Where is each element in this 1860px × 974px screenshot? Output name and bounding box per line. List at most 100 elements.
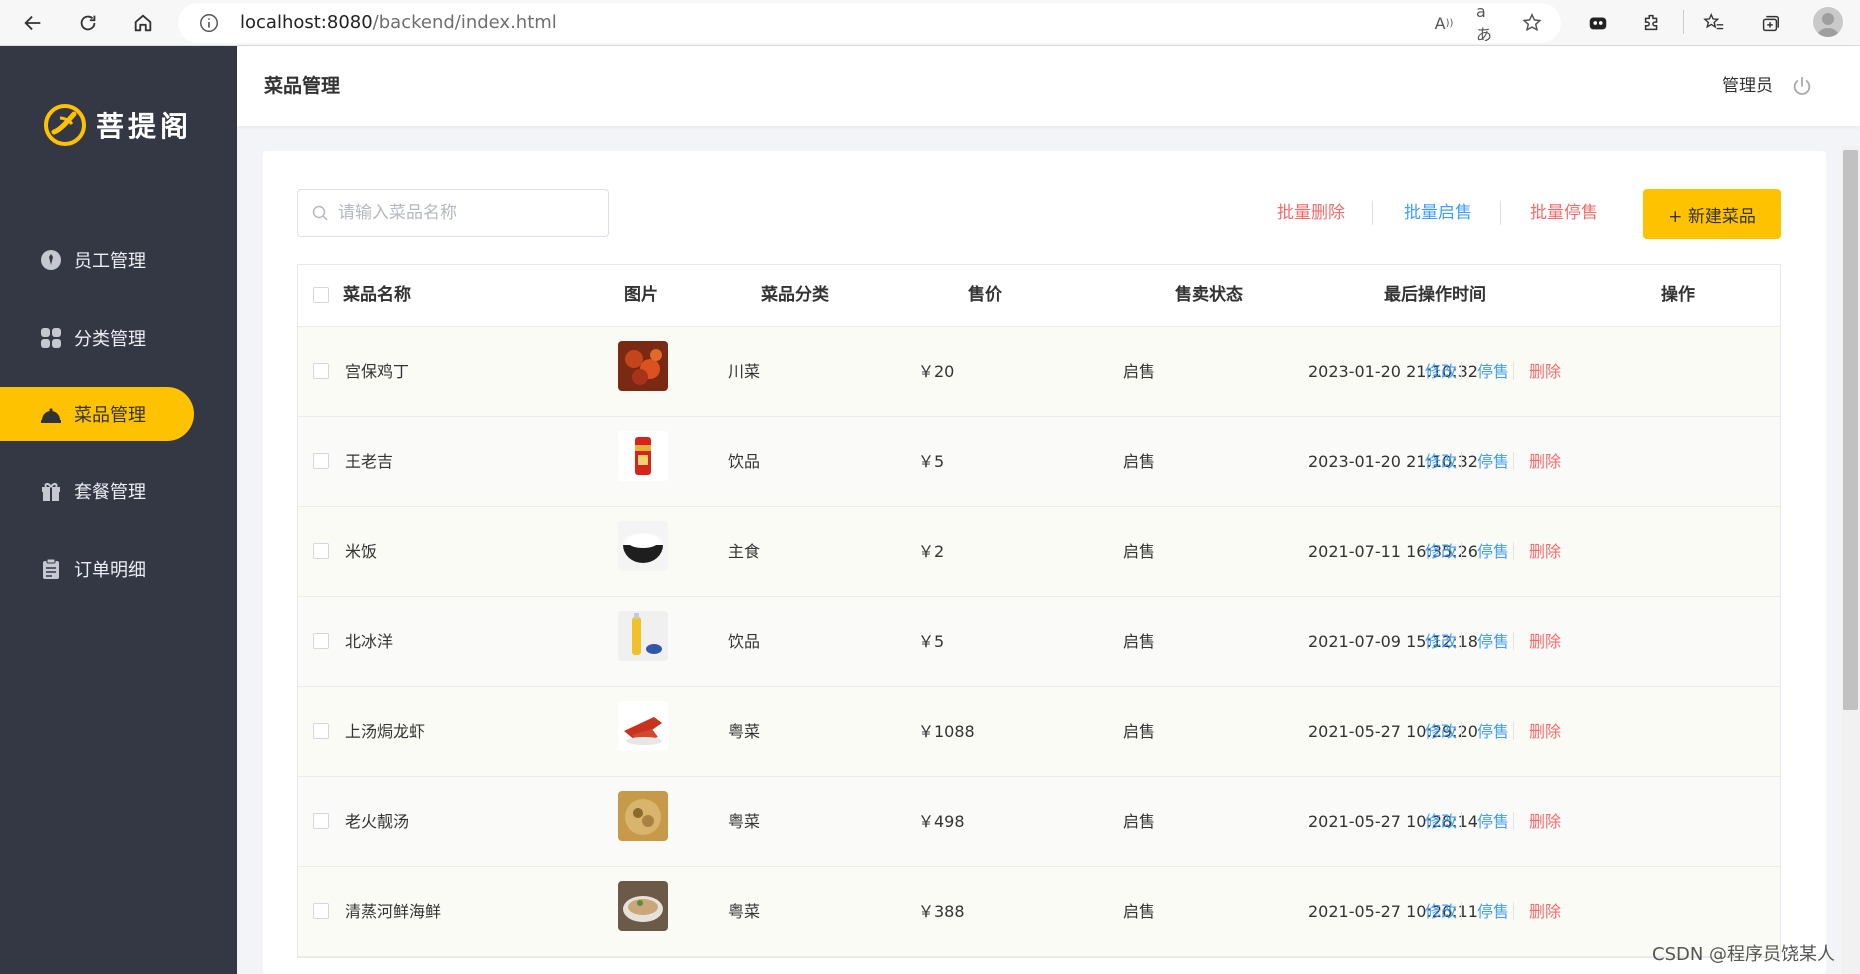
dish-price: ￥498 xyxy=(918,812,965,831)
sidebar-item-orders[interactable]: 订单明细 xyxy=(0,542,194,596)
reload-icon xyxy=(80,15,96,31)
collections-icon[interactable] xyxy=(1756,9,1784,37)
dish-category: 饮品 xyxy=(728,632,761,651)
home-button[interactable] xyxy=(125,5,161,41)
favorites-icon[interactable] xyxy=(1700,9,1728,37)
favorite-add-icon[interactable] xyxy=(1520,11,1544,35)
sidebar-item-label: 员工管理 xyxy=(74,251,146,272)
sidebar-item-setmeal[interactable]: 套餐管理 xyxy=(0,464,194,518)
sidebar-item-employee[interactable]: 员工管理 xyxy=(0,233,194,287)
dish-category: 粤菜 xyxy=(728,812,761,831)
edit-button[interactable]: 修改 xyxy=(1425,867,1457,956)
page-title: 菜品管理 xyxy=(264,75,341,97)
user-icon xyxy=(1817,13,1839,37)
dish-name: 北冰洋 xyxy=(345,632,394,651)
op-divider xyxy=(1513,542,1514,560)
op-divider xyxy=(1513,362,1514,380)
row-checkbox[interactable] xyxy=(313,543,329,559)
dish-image xyxy=(618,521,668,571)
column-header: 售卖状态 xyxy=(1175,285,1243,305)
table-header: 菜品名称 图片 菜品分类 售价 售卖状态 最后操作时间 操作 xyxy=(298,265,1780,327)
search-input-wrapper[interactable] xyxy=(297,189,609,237)
dish-icon xyxy=(40,403,62,425)
delete-button[interactable]: 删除 xyxy=(1529,777,1561,866)
logo-text: 菩提阁 xyxy=(96,110,193,143)
url-host: localhost:8080 xyxy=(240,12,373,33)
edit-button[interactable]: 修改 xyxy=(1425,597,1457,686)
delete-button[interactable]: 删除 xyxy=(1529,867,1561,956)
disable-button[interactable]: 停售 xyxy=(1477,327,1509,416)
op-divider xyxy=(1513,722,1514,740)
url-path: /backend/index.html xyxy=(372,12,557,33)
disable-button[interactable]: 停售 xyxy=(1477,777,1509,866)
url-text[interactable]: localhost:8080/backend/index.html xyxy=(240,3,557,43)
search-input[interactable] xyxy=(336,202,600,224)
dish-price: ￥388 xyxy=(918,902,965,921)
reload-button[interactable] xyxy=(70,5,106,41)
row-checkbox[interactable] xyxy=(313,363,329,379)
delete-button[interactable]: 删除 xyxy=(1529,417,1561,506)
dish-price: ￥1088 xyxy=(918,722,975,741)
dish-table: 菜品名称 图片 菜品分类 售价 售卖状态 最后操作时间 操作 宫保鸡丁 川菜 ￥20… xyxy=(297,264,1781,958)
edit-button[interactable]: 修改 xyxy=(1425,327,1457,416)
edit-button[interactable]: 修改 xyxy=(1425,417,1457,506)
sidebar-item-label: 分类管理 xyxy=(74,329,146,350)
dish-image xyxy=(618,701,668,751)
row-checkbox[interactable] xyxy=(313,633,329,649)
dish-image xyxy=(618,791,668,841)
table-row: 王老吉 饮品 ￥5 启售 2023-01-20 21:10:32 修改 停售 删除 xyxy=(298,417,1780,507)
profile-avatar[interactable] xyxy=(1813,7,1843,37)
dish-price: ￥20 xyxy=(918,362,955,381)
row-checkbox[interactable] xyxy=(313,723,329,739)
disable-button[interactable]: 停售 xyxy=(1477,867,1509,956)
delete-button[interactable]: 删除 xyxy=(1529,597,1561,686)
table-row: 米饭 主食 ￥2 启售 2021-07-11 16:35:26 修改 停售 删除 xyxy=(298,507,1780,597)
toolbar-divider xyxy=(1500,201,1501,225)
column-header: 菜品名称 xyxy=(343,285,411,305)
batch-delete-button[interactable]: 批量删除 xyxy=(1277,189,1345,237)
table-row: 清蒸河鲜海鲜 粤菜 ￥388 启售 2021-05-27 10:26:11 修改 停售 删除 xyxy=(298,867,1780,957)
delete-button[interactable]: 删除 xyxy=(1529,687,1561,776)
logo-icon xyxy=(44,104,86,146)
row-checkbox[interactable] xyxy=(313,453,329,469)
row-checkbox[interactable] xyxy=(313,903,329,919)
top-header: 菜品管理 管理员 xyxy=(237,46,1860,126)
batch-disable-button[interactable]: 批量停售 xyxy=(1530,189,1598,237)
table-row: 上汤焗龙虾 粤菜 ￥1088 启售 2021-05-27 10:29:20 修改 停售 删除 xyxy=(298,687,1780,777)
row-checkbox[interactable] xyxy=(313,813,329,829)
search-icon xyxy=(312,205,328,221)
delete-button[interactable]: 删除 xyxy=(1529,327,1561,416)
dish-name: 王老吉 xyxy=(345,452,394,471)
delete-button[interactable]: 删除 xyxy=(1529,507,1561,596)
info-icon[interactable] xyxy=(198,12,220,34)
edit-button[interactable]: 修改 xyxy=(1425,507,1457,596)
extension-icon[interactable] xyxy=(1584,9,1612,37)
address-bar[interactable]: localhost:8080/backend/index.html A)) aあ xyxy=(178,2,1561,44)
dish-status: 启售 xyxy=(1123,902,1156,921)
dish-price: ￥5 xyxy=(918,452,945,471)
translate-icon[interactable]: aあ xyxy=(1476,2,1500,44)
batch-enable-button[interactable]: 批量启售 xyxy=(1404,189,1472,237)
disable-button[interactable]: 停售 xyxy=(1477,597,1509,686)
op-divider xyxy=(1513,632,1514,650)
sidebar-item-dish[interactable]: 菜品管理 xyxy=(0,387,194,441)
edit-button[interactable]: 修改 xyxy=(1425,777,1457,866)
scrollbar-thumb[interactable] xyxy=(1843,150,1858,710)
back-button[interactable] xyxy=(15,5,51,41)
dish-status: 启售 xyxy=(1123,812,1156,831)
edit-button[interactable]: 修改 xyxy=(1425,687,1457,776)
dish-image xyxy=(618,611,668,661)
new-dish-button[interactable]: + 新建菜品 xyxy=(1643,189,1781,239)
user-name[interactable]: 管理员 xyxy=(1722,46,1773,126)
disable-button[interactable]: 停售 xyxy=(1477,417,1509,506)
disable-button[interactable]: 停售 xyxy=(1477,687,1509,776)
table-row: 老火靓汤 粤菜 ￥498 启售 2021-05-27 10:28:14 修改 停售 删除 xyxy=(298,777,1780,867)
table-body: 宫保鸡丁 川菜 ￥20 启售 2023-01-20 21:10:32 修改 停售 删除 王老吉饮… xyxy=(298,327,1780,957)
select-all-checkbox[interactable] xyxy=(313,287,329,303)
content-card: 批量删除 批量启售 批量停售 + 新建菜品 菜品名称 图片 菜品分类 售价 售卖… xyxy=(263,151,1826,974)
sidebar-item-category[interactable]: 分类管理 xyxy=(0,311,194,365)
disable-button[interactable]: 停售 xyxy=(1477,507,1509,596)
read-aloud-icon[interactable]: A)) xyxy=(1432,11,1456,35)
puzzle-icon[interactable] xyxy=(1638,9,1666,37)
logout-icon[interactable] xyxy=(1791,75,1813,97)
